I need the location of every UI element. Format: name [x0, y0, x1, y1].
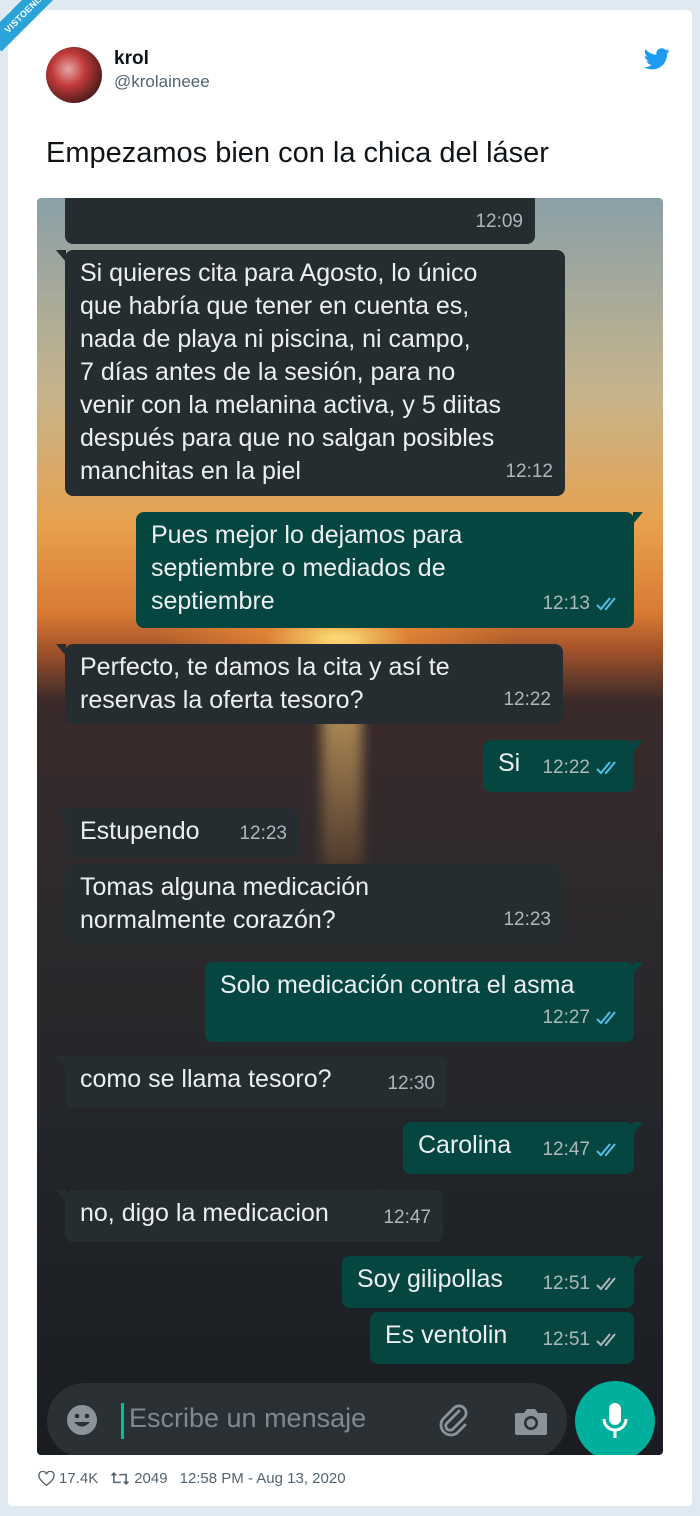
message-time: 12:27: [542, 1007, 590, 1028]
message-time: 12:12: [505, 461, 553, 482]
message-outgoing[interactable]: Soy gilipollas 12:51: [342, 1256, 643, 1308]
bubble-tail: [56, 1190, 66, 1202]
message-input[interactable]: Escribe un mensaje: [129, 1403, 366, 1434]
message-outgoing[interactable]: Carolina 12:47: [403, 1122, 643, 1174]
like-count: 17.4K: [59, 1470, 99, 1487]
message-text: como se llama tesoro?: [80, 1065, 332, 1093]
message-time: 12:30: [387, 1073, 435, 1094]
message-time: 12:47: [542, 1139, 590, 1160]
watermark-ribbon: VISTOENLASREDES.com: [0, 0, 108, 52]
bubble-tail: [56, 644, 66, 656]
tweet-text: Empezamos bien con la chica del láser: [46, 137, 549, 169]
bubble-tail: [633, 1256, 643, 1268]
message-outgoing[interactable]: Es ventolin 12:51: [370, 1312, 634, 1364]
delivered-ticks-icon: [596, 1332, 616, 1346]
read-ticks-icon: [596, 1142, 616, 1156]
message-time: 12:22: [542, 757, 590, 778]
tweet-stats: 17.4K 2049 12:58 PM - Aug 13, 2020: [38, 1470, 358, 1487]
message-time: 12:51: [542, 1273, 590, 1294]
heart-icon: [38, 1471, 55, 1486]
retweet-count: 2049: [134, 1470, 168, 1487]
message-time: 12:13: [542, 593, 590, 614]
bubble-tail: [56, 250, 66, 262]
retweet-icon: [111, 1472, 130, 1485]
message-text: Tomas alguna medicación normalmente cora…: [80, 873, 370, 934]
like-button[interactable]: 17.4K: [38, 1470, 98, 1487]
message-time: 12:47: [383, 1207, 431, 1228]
message-text: Perfecto, te damos la cita y así te rese…: [80, 653, 450, 714]
message-outgoing[interactable]: Solo medicación contra el asma 12:27: [205, 962, 643, 1042]
twitter-bird-icon[interactable]: [644, 48, 670, 70]
delivered-ticks-icon: [596, 1276, 616, 1290]
message-time: 12:22: [503, 689, 551, 710]
bubble-tail: [633, 962, 643, 974]
message-incoming[interactable]: Estupendo 12:23: [56, 808, 299, 858]
bubble-tail: [633, 512, 643, 524]
read-ticks-icon: [596, 596, 616, 610]
message-incoming[interactable]: Tomas alguna medicación normalmente cora…: [65, 864, 563, 944]
user-handle[interactable]: @krolaineee: [114, 72, 210, 92]
message-time: 12:23: [503, 909, 551, 930]
display-name[interactable]: krol: [114, 48, 149, 70]
message-time: 12:23: [239, 823, 287, 844]
message-incoming[interactable]: no, digo la medicacion 12:47: [56, 1190, 443, 1242]
text-caret: [121, 1403, 124, 1439]
message-incoming[interactable]: Perfecto, te damos la cita y así te rese…: [56, 644, 563, 724]
bubble-tail: [56, 1056, 66, 1068]
message-outgoing[interactable]: Pues mejor lo dejamos para septiembre o …: [136, 512, 643, 628]
message-text: Si quieres cita para Agosto, lo único qu…: [80, 259, 502, 485]
read-ticks-icon: [596, 760, 616, 774]
chat-screenshot: 12:09 Si quieres cita para Agosto, lo ún…: [37, 198, 663, 1455]
attach-icon[interactable]: [437, 1403, 469, 1437]
message-outgoing[interactable]: Si 12:22: [483, 740, 643, 792]
retweet-button[interactable]: 2049: [110, 1470, 168, 1487]
bubble-tail: [633, 1122, 643, 1134]
camera-icon[interactable]: [513, 1405, 549, 1437]
message-text: no, digo la medicacion: [80, 1199, 329, 1227]
message-time: 12:51: [542, 1329, 590, 1350]
bubble-tail: [633, 740, 643, 752]
message-text: Solo medicación contra el asma: [220, 971, 575, 999]
microphone-button[interactable]: [575, 1381, 655, 1455]
tweet-timestamp[interactable]: 12:58 PM - Aug 13, 2020: [180, 1470, 346, 1487]
message-incoming[interactable]: como se llama tesoro? 12:30: [56, 1056, 447, 1108]
partial-message: 12:09: [65, 198, 535, 244]
avatar[interactable]: [46, 47, 102, 103]
message-input-bar[interactable]: Escribe un mensaje: [47, 1383, 567, 1455]
emoji-icon[interactable]: [65, 1403, 99, 1437]
read-ticks-icon: [596, 1010, 616, 1024]
partial-time: 12:09: [475, 211, 523, 232]
bubble-tail: [56, 808, 66, 820]
message-incoming[interactable]: Si quieres cita para Agosto, lo único qu…: [56, 250, 565, 496]
microphone-icon: [602, 1403, 628, 1438]
